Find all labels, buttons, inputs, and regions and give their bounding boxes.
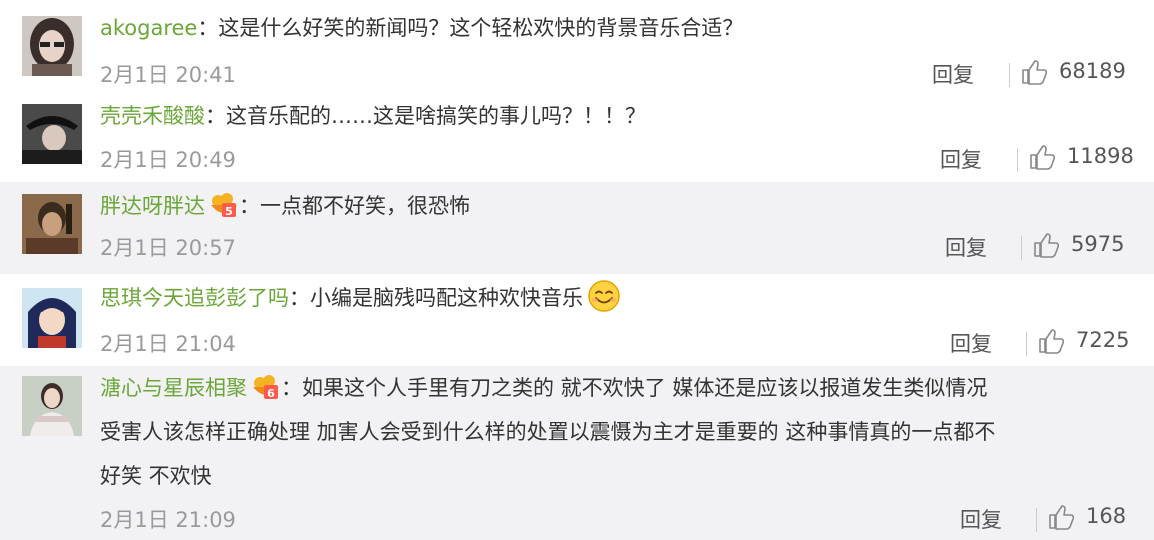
comment-text: 小编是脑残吗配这种欢快音乐 [310, 286, 583, 310]
divider [1026, 332, 1027, 356]
svg-text:6: 6 [267, 387, 275, 400]
comment-text-line: 好笑 不欢快 [100, 464, 212, 488]
comment-time: 2月1日 21:09 [100, 508, 236, 532]
thumbs-up-icon[interactable] [1048, 504, 1074, 530]
comment-text-line: 思琪今天追彭彭了吗：小编是脑残吗配这种欢快音乐 [100, 276, 1134, 320]
comment-list: akogaree：这是什么好笑的新闻吗？这个轻松欢快的背景音乐合适？ 2月1日 … [0, 0, 1154, 540]
reply-button[interactable]: 回复 [950, 328, 992, 358]
divider [1036, 508, 1037, 532]
comment-text: 一点都不好笑，很恐怖 [260, 194, 470, 218]
thumbs-up-icon[interactable] [1021, 59, 1047, 85]
avatar-portrait-woman-dress-icon [22, 376, 82, 436]
svg-text:5: 5 [225, 205, 233, 218]
username-link[interactable]: 胖达呀胖达 [100, 194, 205, 218]
reply-button[interactable]: 回复 [932, 59, 974, 89]
thumbs-up-icon[interactable] [1029, 144, 1055, 170]
username-link[interactable]: 溏心与星辰相聚 [100, 376, 247, 400]
username-link[interactable]: 壳壳禾酸酸 [100, 104, 205, 128]
smile-emoji-icon [588, 280, 620, 312]
avatar[interactable] [22, 104, 82, 164]
comment-text-line: 溏心与星辰相聚 6 ：如果这个人手里有刀之类的 就不欢快了 媒体还是应该以报道发… [100, 366, 1134, 410]
avatar-portrait-hat-icon [22, 104, 82, 164]
comment-item: 胖达呀胖达 5 ：一点都不好笑，很恐怖 2月1日 20:57 回复 5975 [0, 182, 1154, 274]
divider [1021, 236, 1022, 260]
comment-text-line: 胖达呀胖达 5 ：一点都不好笑，很恐怖 [100, 184, 1134, 228]
avatar-portrait-woman-icon [22, 16, 82, 76]
comment-item: 思琪今天追彭彭了吗：小编是脑残吗配这种欢快音乐 2月1日 21:04 回复 72… [0, 274, 1154, 366]
comment-item: 溏心与星辰相聚 6 ：如果这个人手里有刀之类的 就不欢快了 媒体还是应该以报道发… [0, 366, 1154, 540]
comment-time: 2月1日 20:57 [100, 236, 236, 260]
avatar-anime-girl-icon [22, 288, 82, 348]
comment-text-line: 受害人该怎样正确处理 加害人会受到什么样的处置以震慑为主才是重要的 这种事情真的… [100, 420, 996, 444]
like-count: 68189 [1059, 59, 1126, 83]
avatar[interactable] [22, 376, 82, 436]
avatar[interactable] [22, 288, 82, 348]
like-count: 168 [1086, 504, 1127, 528]
username-link[interactable]: akogaree [100, 16, 197, 40]
comment-time: 2月1日 20:41 [100, 63, 236, 87]
comment-item: 壳壳禾酸酸：这音乐配的……这是啥搞笑的事儿吗？！！？ 2月1日 20:49 回复… [0, 92, 1154, 182]
divider [1017, 148, 1018, 172]
like-count: 11898 [1067, 144, 1134, 168]
like-count: 5975 [1071, 232, 1125, 256]
comment-text: 这是什么好笑的新闻吗？这个轻松欢快的背景音乐合适？ [218, 16, 744, 40]
reply-button[interactable]: 回复 [960, 504, 1002, 534]
comment-time: 2月1日 20:49 [100, 148, 236, 172]
thumbs-up-icon[interactable] [1033, 232, 1059, 258]
avatar[interactable] [22, 16, 82, 76]
vip-level-badge-icon: 6 [253, 375, 279, 400]
comment-item: akogaree：这是什么好笑的新闻吗？这个轻松欢快的背景音乐合适？ 2月1日 … [0, 0, 1154, 92]
reply-button[interactable]: 回复 [940, 144, 982, 174]
username-link[interactable]: 思琪今天追彭彭了吗 [100, 286, 289, 310]
thumbs-up-icon[interactable] [1038, 328, 1064, 354]
comment-text-line: 壳壳禾酸酸：这音乐配的……这是啥搞笑的事儿吗？！！？ [100, 104, 646, 128]
reply-button[interactable]: 回复 [945, 232, 987, 262]
comment-text: 这音乐配的……这是啥搞笑的事儿吗？！！？ [226, 104, 646, 128]
avatar-portrait-man-icon [22, 194, 82, 254]
comment-text-line: akogaree：这是什么好笑的新闻吗？这个轻松欢快的背景音乐合适？ [100, 16, 744, 40]
divider [1009, 63, 1010, 87]
comment-time: 2月1日 21:04 [100, 332, 236, 356]
vip-level-badge-icon: 5 [211, 193, 237, 218]
comment-text: 如果这个人手里有刀之类的 就不欢快了 媒体还是应该以报道发生类似情况 [302, 376, 988, 400]
like-count: 7225 [1076, 328, 1130, 352]
avatar[interactable] [22, 194, 82, 254]
